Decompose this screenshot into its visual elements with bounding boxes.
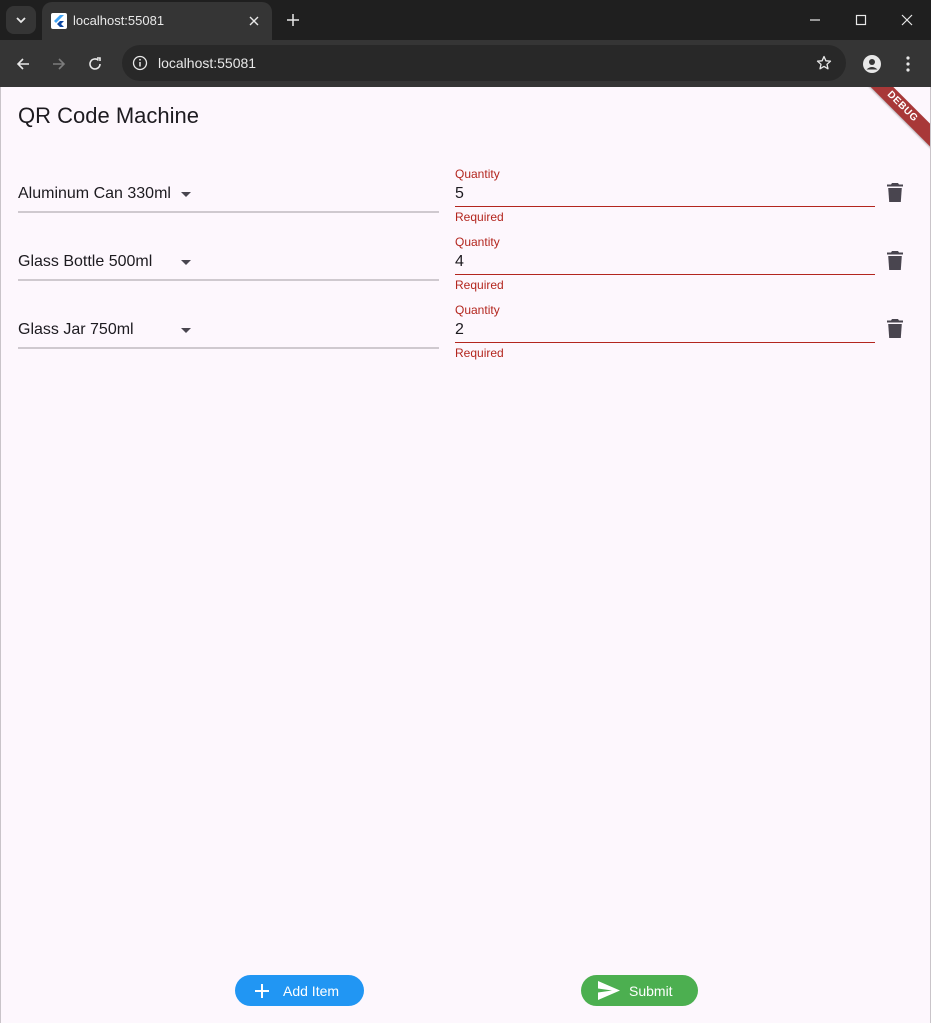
quantity-field: Quantity Required	[455, 160, 875, 228]
bookmark-star-icon[interactable]	[814, 53, 834, 73]
minimize-button[interactable]	[803, 8, 827, 32]
site-info-icon[interactable]	[130, 53, 150, 73]
quantity-field: Quantity Required	[455, 296, 875, 364]
arrow-left-icon	[16, 58, 29, 70]
dropdown-arrow-icon	[181, 328, 191, 333]
page-title: QR Code Machine	[18, 103, 199, 128]
maximize-button[interactable]	[849, 8, 873, 32]
delete-item-button[interactable]	[884, 316, 906, 340]
minimize-icon	[810, 19, 820, 21]
quantity-error: Required	[455, 210, 504, 224]
new-tab-button[interactable]	[281, 8, 305, 32]
quantity-label: Quantity	[455, 167, 500, 181]
reload-button[interactable]	[82, 51, 108, 77]
quantity-input[interactable]	[455, 249, 875, 275]
tab-close-button[interactable]	[244, 11, 264, 31]
app-viewport: QR Code Machine DEBUG Aluminum Can 330ml…	[0, 87, 931, 1023]
browser-tab[interactable]: localhost:55081	[42, 2, 272, 40]
browser-tab-bar: localhost:55081	[0, 0, 931, 40]
product-dropdown-value: Glass Jar 750ml	[18, 321, 134, 338]
add-item-label: Add Item	[283, 982, 340, 999]
item-row: Aluminum Can 330ml Quantity Required	[18, 160, 918, 228]
quantity-error: Required	[455, 278, 504, 292]
delete-item-button[interactable]	[884, 248, 906, 272]
arrow-right-icon	[53, 58, 66, 70]
profile-icon	[863, 55, 881, 73]
quantity-label: Quantity	[455, 235, 500, 249]
debug-banner: DEBUG	[853, 87, 930, 156]
address-bar[interactable]: localhost:55081	[122, 45, 846, 81]
product-dropdown[interactable]: Glass Bottle 500ml	[18, 245, 439, 281]
dropdown-arrow-icon	[181, 192, 191, 197]
dropdown-arrow-icon	[181, 260, 191, 265]
quantity-input[interactable]	[455, 317, 875, 343]
product-dropdown-value: Glass Bottle 500ml	[18, 253, 153, 270]
trash-icon	[887, 182, 903, 202]
send-icon	[598, 980, 620, 1002]
profile-button[interactable]	[859, 51, 885, 77]
tab-search-button[interactable]	[6, 6, 36, 34]
submit-button[interactable]: Submit	[581, 975, 698, 1006]
add-item-button[interactable]: Add Item	[235, 975, 364, 1006]
item-row: Glass Jar 750ml Quantity Required	[18, 296, 918, 364]
quantity-error: Required	[455, 346, 504, 360]
browser-menu-button[interactable]	[895, 51, 921, 77]
maximize-icon	[855, 14, 867, 26]
item-row: Glass Bottle 500ml Quantity Required	[18, 228, 918, 296]
quantity-label: Quantity	[455, 303, 500, 317]
trash-icon	[887, 318, 903, 338]
product-dropdown[interactable]: Aluminum Can 330ml	[18, 177, 439, 213]
plus-icon	[287, 14, 299, 26]
plus-icon	[253, 982, 271, 1000]
flutter-favicon-icon	[51, 13, 67, 29]
tab-title: localhost:55081	[73, 13, 165, 28]
submit-label: Submit	[629, 982, 673, 999]
back-button[interactable]	[10, 51, 36, 77]
product-dropdown[interactable]: Glass Jar 750ml	[18, 313, 439, 349]
browser-toolbar: localhost:55081	[0, 40, 931, 87]
quantity-input[interactable]	[455, 181, 875, 207]
close-icon	[901, 14, 913, 26]
reload-icon	[89, 57, 101, 70]
product-dropdown-value: Aluminum Can 330ml	[18, 185, 171, 202]
url-text: localhost:55081	[158, 55, 257, 71]
delete-item-button[interactable]	[884, 180, 906, 204]
chevron-down-icon	[16, 17, 26, 24]
quantity-field: Quantity Required	[455, 228, 875, 296]
forward-button[interactable]	[46, 51, 72, 77]
trash-icon	[887, 250, 903, 270]
more-vert-icon	[906, 56, 910, 72]
window-close-button[interactable]	[895, 8, 919, 32]
close-icon	[249, 16, 259, 26]
